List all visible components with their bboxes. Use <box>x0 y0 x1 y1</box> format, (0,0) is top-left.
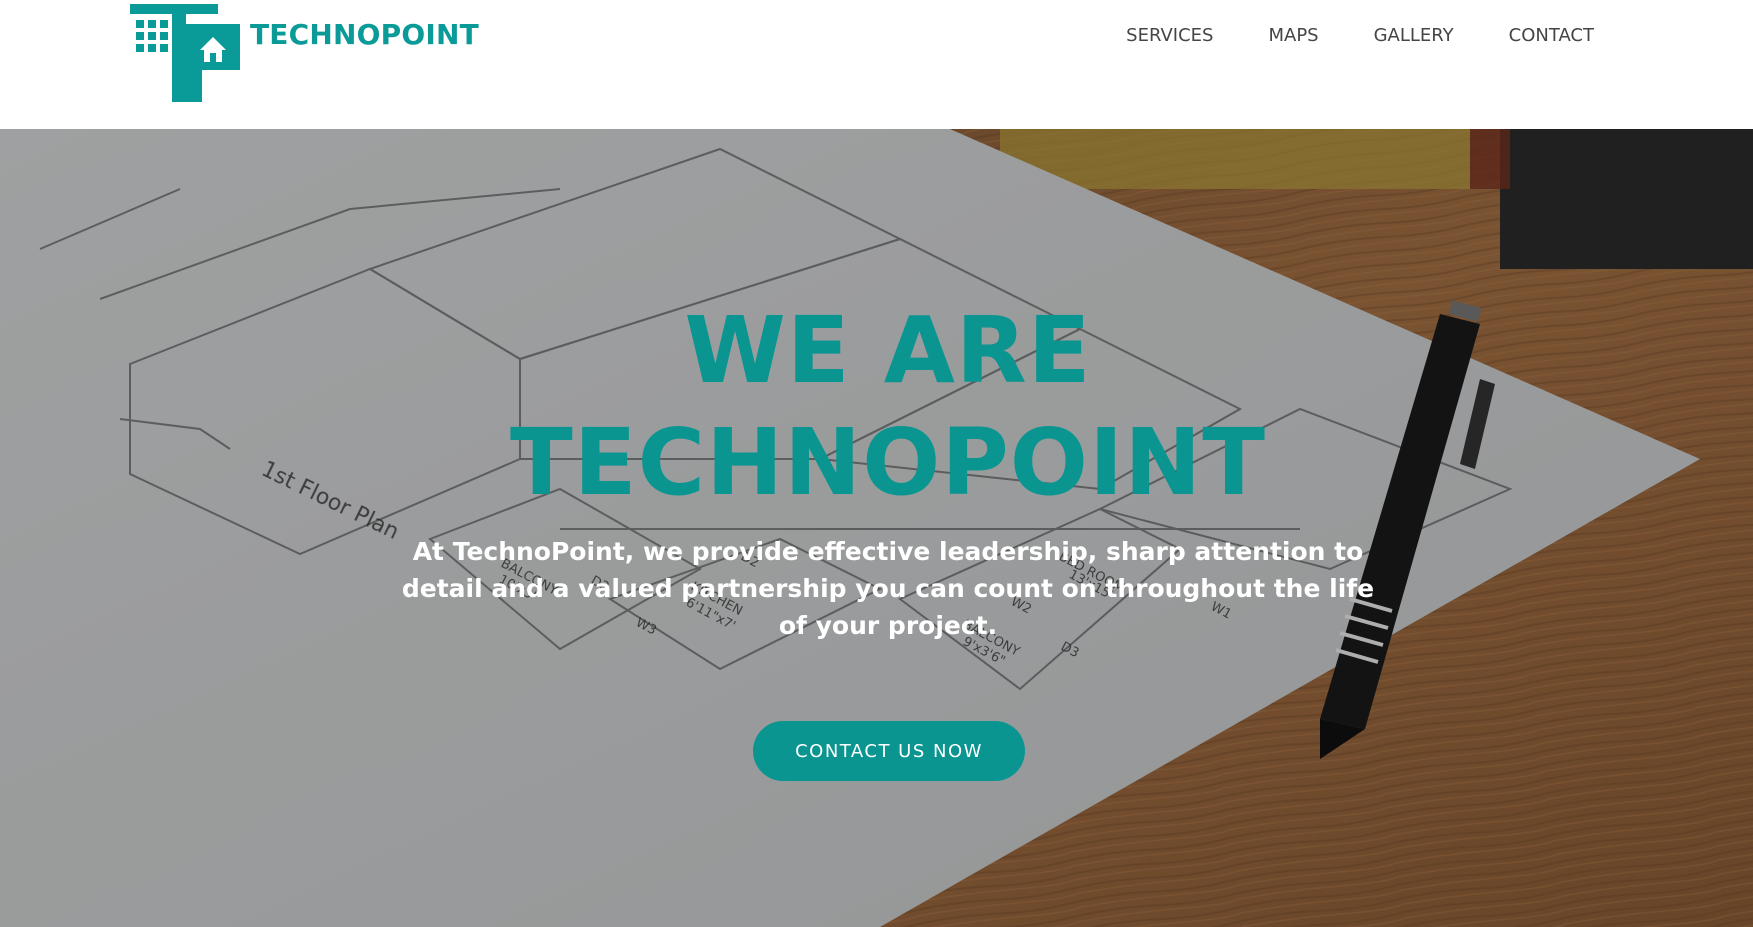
nav-gallery[interactable]: GALLERY <box>1374 22 1454 50</box>
hero-title-line-1: WE ARE <box>684 297 1092 404</box>
hero-section: 1st Floor Plan BED ROOM 13'x15' KITCHEN … <box>0 129 1753 927</box>
brand-name: TECHNOPOINT <box>250 18 479 51</box>
hero-title-line-2: TECHNOPOINT <box>510 409 1266 516</box>
contact-us-now-button[interactable]: CONTACT US NOW <box>753 721 1025 781</box>
hero-subtitle: At TechnoPoint, we provide effective lea… <box>401 537 1375 640</box>
hero-title: WE ARE TECHNOPOINT <box>0 295 1753 519</box>
nav-contact[interactable]: CONTACT <box>1509 22 1594 50</box>
nav-services[interactable]: SERVICES <box>1126 22 1213 50</box>
brand-logo[interactable]: TECHNOPOINT <box>130 4 479 104</box>
hero-content: WE ARE TECHNOPOINT At TechnoPoint, we pr… <box>0 129 1753 927</box>
main-nav: SERVICES MAPS GALLERY CONTACT <box>1126 22 1594 50</box>
site-header: TECHNOPOINT SERVICES MAPS GALLERY CONTAC… <box>0 0 1753 129</box>
building-house-logo-icon <box>130 4 240 102</box>
nav-maps[interactable]: MAPS <box>1268 22 1318 50</box>
